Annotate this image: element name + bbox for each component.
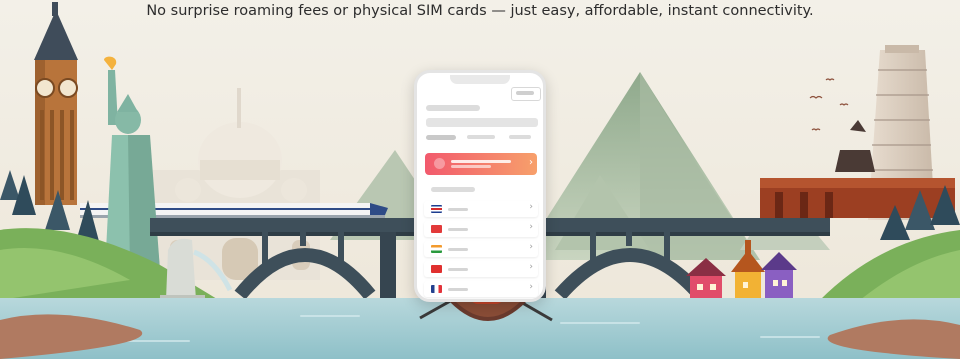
chevron-right-icon: ›	[529, 157, 533, 168]
costa-rica-flag-icon	[431, 205, 442, 213]
country-name-placeholder	[448, 228, 468, 231]
phone-tab-placeholder	[467, 135, 495, 139]
phone-notch	[450, 75, 510, 84]
promo-text-placeholder	[451, 160, 511, 163]
phone-tab-placeholder	[509, 135, 531, 139]
promo-text-placeholder	[451, 165, 491, 168]
section-title-placeholder	[431, 187, 475, 192]
country-name-placeholder	[448, 208, 468, 211]
phone-tab-placeholder	[426, 135, 456, 140]
india-flag-icon	[431, 245, 442, 253]
battery-icon	[511, 87, 541, 101]
country-name-placeholder	[448, 248, 468, 251]
gift-icon	[434, 158, 445, 169]
france-flag-icon	[431, 285, 442, 293]
hero-banner: No surprise roaming fees or physical SIM…	[0, 0, 960, 359]
country-name-placeholder	[448, 288, 468, 291]
promo-banner: ›	[425, 153, 537, 175]
country-row: ›	[424, 281, 538, 297]
phone-search-placeholder	[426, 118, 538, 127]
chevron-right-icon: ›	[529, 222, 533, 232]
country-row: ›	[424, 261, 538, 277]
turkey-flag-icon	[431, 225, 442, 233]
phone-mockup: › › › › › ›	[414, 70, 546, 302]
country-row: ›	[424, 221, 538, 237]
chevron-right-icon: ›	[529, 242, 533, 252]
country-name-placeholder	[448, 268, 468, 271]
chevron-right-icon: ›	[529, 262, 533, 272]
phone-title-placeholder	[426, 105, 480, 111]
chevron-right-icon: ›	[529, 202, 533, 212]
chevron-right-icon: ›	[529, 282, 533, 292]
vietnam-flag-icon	[431, 265, 442, 273]
hero-tagline: No surprise roaming fees or physical SIM…	[146, 3, 814, 19]
country-row: ›	[424, 201, 538, 217]
country-row: ›	[424, 241, 538, 257]
